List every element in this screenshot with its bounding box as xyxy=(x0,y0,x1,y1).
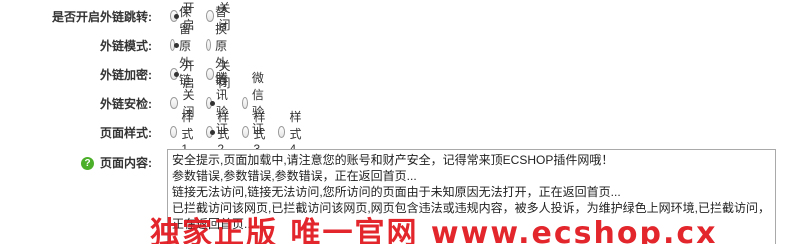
radio-unchecked-icon[interactable] xyxy=(206,39,212,51)
field-label: 外链加密: xyxy=(100,67,152,82)
radio-checked-icon[interactable] xyxy=(170,39,179,51)
field-label: 页面样式: xyxy=(100,125,152,140)
field-label: 外链安检: xyxy=(100,96,152,111)
radio-unchecked-icon[interactable] xyxy=(170,126,178,138)
radio-unchecked-icon[interactable] xyxy=(278,126,286,138)
radio-unchecked-icon[interactable] xyxy=(242,126,250,138)
field-label: 是否开启外链跳转: xyxy=(52,9,152,24)
field-label: 外链模式: xyxy=(100,38,152,53)
page-content-label: 页面内容: xyxy=(100,156,152,170)
watermark-text: 独家正版 唯一官网 www.ecshop.cx xyxy=(150,216,718,244)
radio-checked-icon[interactable] xyxy=(206,126,216,138)
